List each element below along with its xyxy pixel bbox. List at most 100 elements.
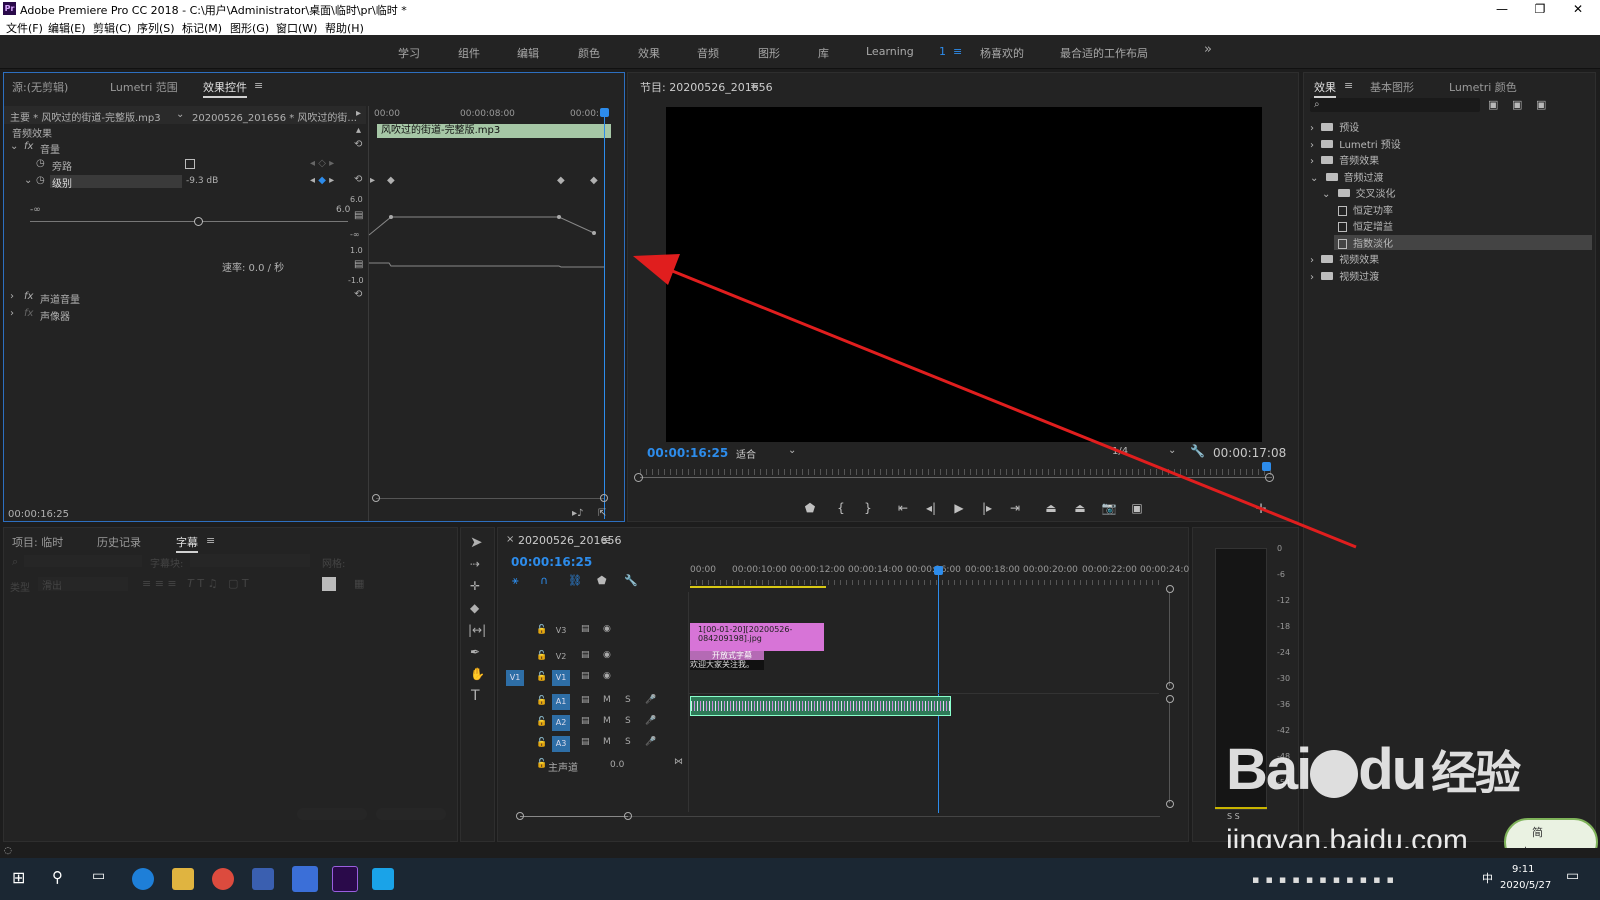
track-label-a3[interactable]: A3 <box>552 736 570 752</box>
hand-tool-icon[interactable]: ✋ <box>470 668 485 680</box>
v-scroll-handle[interactable] <box>1166 585 1174 593</box>
playhead-handle[interactable] <box>600 108 609 117</box>
snap-icon[interactable]: ∩ <box>540 574 548 587</box>
level-value[interactable]: -9.3 dB <box>186 176 218 186</box>
timeline-playhead-handle[interactable] <box>934 566 943 575</box>
panel-menu-icon[interactable]: ≡ <box>1344 79 1353 92</box>
go-to-out-icon[interactable]: ⇥ <box>1006 501 1024 515</box>
lock-icon[interactable]: 🔓 <box>536 651 547 661</box>
keyframe-graph[interactable] <box>369 203 609 283</box>
program-zoom-bar[interactable] <box>640 477 1272 478</box>
chevron-down-icon[interactable]: ⌄ <box>1322 189 1334 200</box>
effects-tree-item[interactable]: › 音频效果 <box>1310 152 1379 167</box>
scroll-up-icon[interactable]: ▴ <box>356 125 361 136</box>
tab-lumetri-scopes[interactable]: Lumetri 范围 <box>110 79 178 95</box>
grid-icon[interactable]: ▦ <box>354 577 364 590</box>
tab-effect-controls[interactable]: 效果控件 <box>203 79 247 98</box>
color-swatch[interactable] <box>322 577 336 591</box>
caption-block-dropdown[interactable] <box>190 554 310 567</box>
chevron-right-icon[interactable]: › <box>1310 156 1317 167</box>
chevron-right-icon[interactable]: › <box>1310 140 1317 151</box>
more-workspaces-icon[interactable]: » <box>1204 42 1212 57</box>
workspace-custom[interactable]: 杨喜欢的 <box>980 45 1024 61</box>
audio-clip[interactable] <box>690 696 951 716</box>
scroll-handle[interactable] <box>372 494 380 502</box>
keyframe-diamond[interactable]: ◆ <box>557 175 565 186</box>
zoom-handle[interactable] <box>1265 473 1274 482</box>
add-marker-icon[interactable]: ⬟ <box>597 574 607 587</box>
track-label-v3[interactable]: V3 <box>552 623 570 639</box>
meter-solo-buttons[interactable]: S S <box>1227 812 1240 821</box>
wrench-icon[interactable]: 🔧 <box>1190 444 1205 458</box>
caption-nav-prev[interactable] <box>297 808 367 820</box>
task-view-icon[interactable]: ▭ <box>92 868 105 884</box>
workspace-libraries[interactable]: 库 <box>818 45 829 61</box>
track-select-tool-icon[interactable]: ⇢ <box>470 558 480 570</box>
workspace-assembly[interactable]: 组件 <box>458 45 480 61</box>
windows-start-icon[interactable]: ⊞ <box>12 868 25 887</box>
expand-icon[interactable]: ⌄ <box>24 175 32 186</box>
fx-icon[interactable]: fx <box>24 141 33 152</box>
lock-icon[interactable]: 🔓 <box>536 672 547 682</box>
minimize-button[interactable]: — <box>1484 0 1520 18</box>
add-marker-icon[interactable]: ⬟ <box>801 501 819 515</box>
mark-out-icon[interactable]: } <box>859 501 877 515</box>
mic-icon[interactable]: 🎤 <box>645 716 656 726</box>
effects-tree-item[interactable]: 指数淡化 <box>1334 234 1592 250</box>
mute-button[interactable]: M <box>603 737 611 747</box>
workspace-editing[interactable]: 编辑 <box>517 45 539 61</box>
sync-lock-icon[interactable]: ▤ <box>581 671 590 681</box>
solo-button[interactable]: S <box>625 716 631 726</box>
workspace-color[interactable]: 颜色 <box>578 45 600 61</box>
v-scroll-handle[interactable] <box>1166 695 1174 703</box>
effects-tree-item[interactable]: › 视频效果 <box>1310 251 1379 266</box>
export-frame-icon[interactable]: 📷 <box>1100 501 1118 515</box>
app-icon[interactable] <box>372 868 394 890</box>
export-icon[interactable]: ⇱ <box>598 508 606 519</box>
type-tool-icon[interactable]: T <box>471 689 480 703</box>
master-volume-value[interactable]: 0.0 <box>610 760 624 770</box>
lock-icon[interactable]: 🔓 <box>536 738 547 748</box>
linked-selection-icon[interactable]: ⛓ <box>568 574 582 587</box>
solo-button[interactable]: S <box>625 695 631 705</box>
play-clip-icon[interactable]: ▸ <box>356 108 361 119</box>
menu-marker[interactable]: 标记(M) <box>182 20 222 36</box>
fx-icon[interactable]: fx <box>24 291 33 302</box>
graph-toggle-icon[interactable]: ▤ <box>354 210 363 221</box>
program-time-ruler[interactable] <box>640 469 1272 475</box>
caption-clip[interactable]: 开放式字幕 <box>690 651 764 660</box>
v-scrollbar[interactable] <box>1169 593 1170 686</box>
system-tray-icons[interactable]: ▪▪▪▪▪▪▪▪▪▪▪ <box>1252 873 1400 886</box>
mute-button[interactable]: M <box>603 716 611 726</box>
effects-tree-item[interactable]: 恒定增益 <box>1334 218 1393 233</box>
fx-icon[interactable]: fx <box>24 308 33 319</box>
panel-menu-icon[interactable]: ≡ <box>254 79 263 92</box>
slip-tool-icon[interactable]: |↔| <box>468 624 486 636</box>
step-forward-icon[interactable]: |▸ <box>978 501 996 515</box>
reset-icon[interactable]: ⟲ <box>354 174 362 185</box>
v-scrollbar[interactable] <box>1169 703 1170 803</box>
track-label-v1[interactable]: V1 <box>552 670 570 686</box>
extract-icon[interactable]: ⏏ <box>1071 501 1089 515</box>
eye-icon[interactable]: ◉ <box>603 650 611 660</box>
notification-icon[interactable]: ▭ <box>1566 868 1579 884</box>
effects-tree-item[interactable]: › Lumetri 预设 <box>1310 136 1401 151</box>
caption-search[interactable] <box>24 555 142 567</box>
caption-nav-next[interactable] <box>376 808 446 820</box>
menu-clip[interactable]: 剪辑(C) <box>93 20 131 36</box>
bypass-checkbox[interactable] <box>185 159 195 169</box>
quality-dropdown[interactable]: 1/4 <box>1112 446 1128 457</box>
reset-icon[interactable]: ⟲ <box>354 139 362 150</box>
sync-lock-icon[interactable]: ▤ <box>581 716 590 726</box>
workspace-best[interactable]: 最合适的工作布局 <box>1060 45 1148 61</box>
collapse-icon[interactable]: ⌄ <box>10 141 18 152</box>
chevron-right-icon[interactable]: › <box>1310 272 1317 283</box>
work-area-bar[interactable] <box>690 586 826 588</box>
close-button[interactable]: ✕ <box>1560 0 1596 18</box>
expand-icon[interactable]: › <box>10 308 14 319</box>
sync-lock-icon[interactable]: ▤ <box>581 624 590 634</box>
go-to-edit-icon[interactable]: ⋈ <box>674 757 683 767</box>
filter-icon[interactable]: ▸♪ <box>572 508 583 519</box>
eye-icon[interactable]: ◉ <box>603 671 611 681</box>
maximize-button[interactable]: ❐ <box>1522 0 1558 18</box>
